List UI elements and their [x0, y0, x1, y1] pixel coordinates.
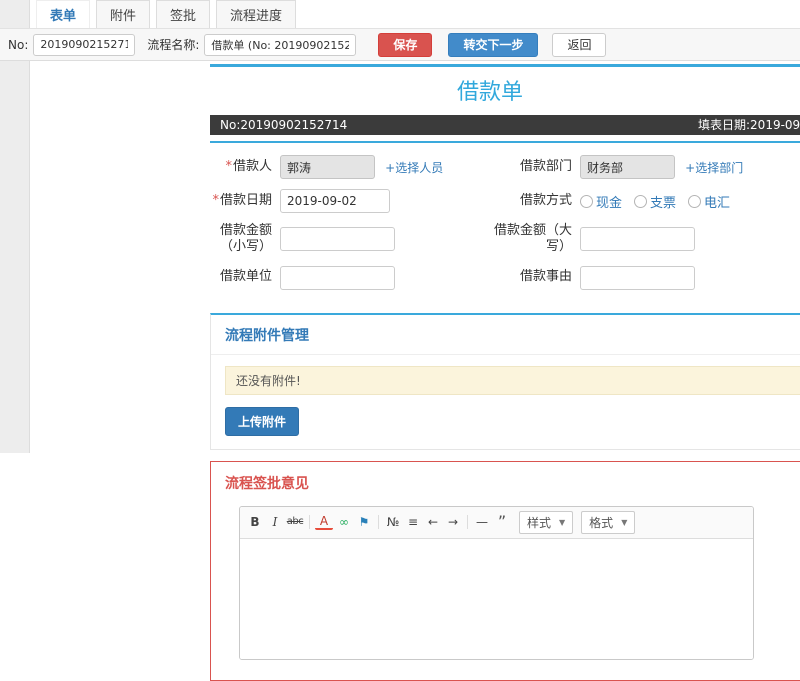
tab-bar: 表单 附件 签批 流程进度: [30, 0, 800, 28]
form-area: *借款人 +选择人员 借款部门 +选择部门 *借款日期 借款方: [210, 141, 800, 304]
department-input[interactable]: [580, 155, 675, 179]
horizontal-rule-icon[interactable]: —: [473, 513, 491, 531]
style-select[interactable]: 样式 ▼: [519, 510, 574, 534]
form-number: No:20190902152714: [220, 118, 348, 132]
upload-attachment-button[interactable]: 上传附件: [225, 406, 300, 436]
italic-icon[interactable]: I: [266, 513, 284, 531]
borrow-unit-cell: [280, 265, 490, 290]
amount-lower-label: 借款金额（小写）: [219, 223, 272, 255]
loan-form-panel: 借款单 No:20190902152714 填表日期:2019-09-02 15…: [210, 64, 800, 304]
outdent-icon[interactable]: ←: [424, 513, 442, 531]
amount-upper-input[interactable]: [580, 227, 695, 252]
amount-lower-input[interactable]: [280, 227, 395, 252]
amount-upper-cell: [580, 227, 800, 252]
department-cell: +选择部门: [580, 155, 800, 179]
tab-approval[interactable]: 签批: [156, 0, 211, 28]
borrow-unit-label: 借款单位: [219, 269, 272, 285]
toolbar-divider: [378, 515, 379, 529]
back-button[interactable]: 返回: [552, 32, 607, 57]
editor-toolbar: B I abc A ∞ ⚑ № ≡ ← → — ” 样式 ▼ 格式 ▼: [240, 506, 753, 539]
link-icon[interactable]: ∞: [335, 513, 353, 531]
next-step-button[interactable]: 转交下一步: [448, 32, 539, 57]
style-select-label: 样式: [527, 515, 552, 530]
bullet-list-icon[interactable]: ≡: [404, 513, 422, 531]
select-department-link[interactable]: +选择部门: [685, 161, 743, 175]
numbered-list-icon[interactable]: №: [384, 513, 402, 531]
borrow-reason-cell: [580, 265, 800, 290]
tab-attachments[interactable]: 附件: [96, 0, 151, 28]
rich-text-editor: B I abc A ∞ ⚑ № ≡ ← → — ” 样式 ▼ 格式 ▼: [239, 505, 754, 660]
radio-cash[interactable]: 现金: [580, 192, 622, 211]
radio-cheque[interactable]: 支票: [634, 192, 676, 211]
attachments-panel: 流程附件管理 还没有附件! 上传附件: [210, 312, 800, 450]
borrow-unit-input[interactable]: [280, 265, 395, 290]
borrower-cell: +选择人员: [280, 155, 490, 179]
chevron-down-icon: ▼: [559, 517, 566, 527]
borrow-date-input[interactable]: [280, 189, 390, 213]
borrow-date-label: *借款日期: [212, 192, 272, 208]
borrow-reason-label: 借款事由: [519, 269, 572, 285]
tab-form[interactable]: 表单: [36, 0, 91, 28]
indent-icon[interactable]: →: [444, 513, 462, 531]
page-title: 借款单: [456, 80, 523, 105]
borrow-reason-input[interactable]: [580, 265, 695, 290]
process-name-input[interactable]: [204, 33, 357, 56]
amount-lower-cell: [280, 227, 490, 252]
radio-wire-transfer[interactable]: 电汇: [688, 192, 730, 211]
required-asterisk: *: [212, 192, 219, 208]
format-select-label: 格式: [589, 515, 614, 530]
form-date: 填表日期:2019-09-02 15:27:1: [698, 118, 800, 132]
department-label: 借款部门: [519, 158, 572, 174]
borrow-date-cell: [280, 189, 490, 213]
toolbar-divider: [467, 515, 468, 529]
format-select[interactable]: 格式 ▼: [581, 510, 636, 534]
radio-circle-icon: [634, 194, 648, 208]
bold-icon[interactable]: B: [246, 513, 264, 531]
amount-upper-label: 借款金额（大写）: [493, 223, 572, 255]
required-asterisk: *: [225, 158, 232, 174]
no-attachments-notice: 还没有附件!: [225, 365, 800, 395]
toolbar: No: 流程名称: 保存 转交下一步 返回: [0, 28, 800, 61]
approval-panel: 流程签批意见 B I abc A ∞ ⚑ № ≡ ← → — ” 样式 ▼ 格式…: [210, 460, 800, 681]
form-meta-bar: No:20190902152714 填表日期:2019-09-02 15:27:…: [210, 115, 800, 135]
process-name-label: 流程名称:: [147, 38, 200, 52]
no-label: No:: [8, 37, 29, 52]
borrower-input[interactable]: [280, 155, 375, 179]
editor-content-area[interactable]: [240, 538, 753, 659]
borrow-method-label: 借款方式: [519, 192, 572, 208]
main-content: 借款单 No:20190902152714 填表日期:2019-09-02 15…: [210, 64, 800, 681]
anchor-flag-icon[interactable]: ⚑: [355, 513, 373, 531]
blockquote-icon[interactable]: ”: [493, 513, 511, 531]
text-color-icon[interactable]: A: [315, 514, 333, 530]
save-button[interactable]: 保存: [378, 32, 433, 57]
radio-circle-icon: [580, 194, 593, 208]
no-input[interactable]: [33, 33, 136, 56]
left-sidebar-strip: [0, 0, 30, 453]
borrow-method-cell: 现金 支票 电汇: [580, 192, 800, 211]
chevron-down-icon: ▼: [621, 517, 628, 527]
approval-title: 流程签批意见: [225, 475, 309, 492]
borrower-label: *借款人: [225, 158, 272, 174]
attachments-title: 流程附件管理: [211, 315, 800, 355]
strikethrough-icon[interactable]: abc: [286, 513, 304, 531]
select-person-link[interactable]: +选择人员: [385, 161, 443, 175]
radio-circle-icon: [688, 194, 702, 208]
toolbar-divider: [309, 515, 310, 529]
tab-progress[interactable]: 流程进度: [216, 0, 297, 28]
